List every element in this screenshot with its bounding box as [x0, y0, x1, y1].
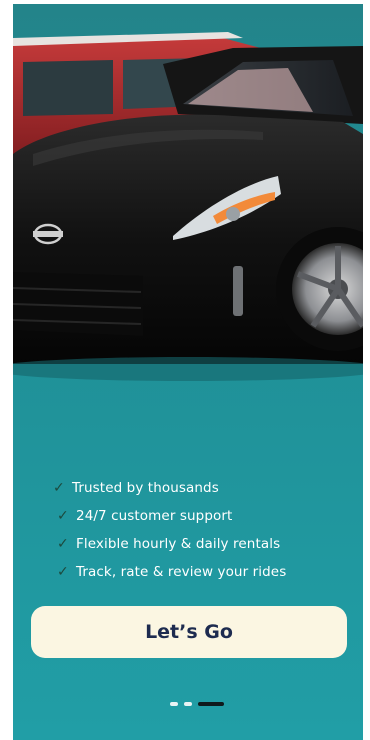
- feature-text: Flexible hourly & daily rentals: [76, 536, 281, 552]
- checkmark-icon: ✓: [53, 480, 65, 496]
- page-dot-1[interactable]: [170, 702, 178, 706]
- feature-text: Track, rate & review your rides: [76, 564, 287, 580]
- page-dot-3-active[interactable]: [198, 702, 224, 706]
- lets-go-button[interactable]: Let’s Go: [31, 606, 347, 658]
- feature-item: ✓ 24/7 customer support: [13, 502, 363, 530]
- feature-text: 24/7 customer support: [76, 508, 233, 524]
- car-hero-image: [13, 4, 363, 384]
- feature-item: ✓ Track, rate & review your rides: [13, 558, 363, 586]
- page-dot-2[interactable]: [184, 702, 192, 706]
- feature-text: Trusted by thousands: [72, 480, 219, 496]
- checkmark-icon: ✓: [57, 564, 69, 580]
- feature-list: ✓ Trusted by thousands ✓ 24/7 customer s…: [13, 474, 363, 586]
- onboarding-screen: ✓ Trusted by thousands ✓ 24/7 customer s…: [13, 4, 363, 740]
- feature-item: ✓ Flexible hourly & daily rentals: [13, 530, 363, 558]
- feature-item: ✓ Trusted by thousands: [13, 474, 363, 502]
- checkmark-icon: ✓: [57, 508, 69, 524]
- checkmark-icon: ✓: [57, 536, 69, 552]
- page-indicator: [13, 700, 363, 708]
